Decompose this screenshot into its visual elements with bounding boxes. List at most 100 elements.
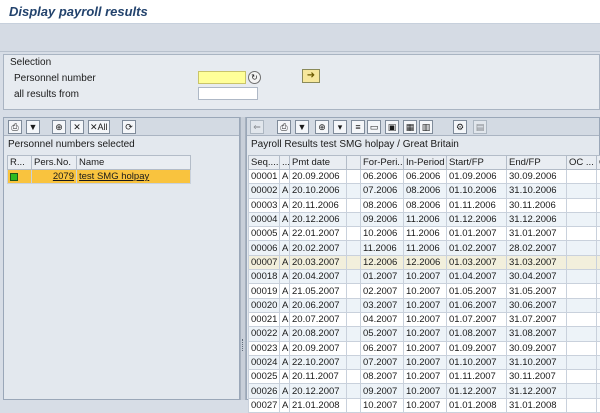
table-row[interactable]: 00021A20.07.200704.200710.200701.07.2007… bbox=[249, 312, 600, 326]
filter-icon[interactable]: ▼ bbox=[26, 120, 40, 134]
flag-cell: A bbox=[280, 341, 290, 355]
table-row[interactable]: 00022A20.08.200705.200710.200701.08.2007… bbox=[249, 327, 600, 341]
table-row[interactable]: 00005A22.01.200710.200611.200601.01.2007… bbox=[249, 227, 600, 241]
execute-arrow-button[interactable]: ➜ bbox=[302, 69, 320, 83]
for-period-cell: 05.2007 bbox=[361, 327, 404, 341]
col-header-in-period[interactable]: In-Period bbox=[404, 156, 447, 170]
splitter-grip-icon[interactable] bbox=[242, 339, 244, 351]
table-row[interactable]: 00025A20.11.200708.200710.200701.11.2007… bbox=[249, 370, 600, 384]
pers-no-link[interactable]: 2079 bbox=[32, 170, 77, 184]
filter-icon[interactable]: ▼ bbox=[295, 120, 309, 134]
table-row[interactable]: 00020A20.06.200703.200710.200701.06.2007… bbox=[249, 298, 600, 312]
oc-cell bbox=[567, 355, 597, 369]
seq-cell: 00005 bbox=[249, 227, 280, 241]
pmt-date-cell: 20.09.2006 bbox=[290, 170, 347, 184]
flag-cell: A bbox=[280, 198, 290, 212]
pmt-date-cell: 20.11.2007 bbox=[290, 370, 347, 384]
col-header-status[interactable]: R... bbox=[8, 156, 32, 170]
pmt-date-cell: 20.10.2006 bbox=[290, 184, 347, 198]
table-row[interactable]: 00027A21.01.200810.200710.200701.01.2008… bbox=[249, 398, 600, 412]
sort-filter-icon[interactable]: ▾ bbox=[333, 120, 347, 134]
col-header-name[interactable]: Name bbox=[77, 156, 191, 170]
seq-cell: 00026 bbox=[249, 384, 280, 398]
table-row[interactable]: 00006A20.02.200711.200611.200601.02.2007… bbox=[249, 241, 600, 255]
c-cell bbox=[597, 327, 600, 341]
oc-cell bbox=[567, 398, 597, 412]
oc-cell bbox=[567, 270, 597, 284]
table-row[interactable]: 00007A20.03.200712.200612.200601.03.2007… bbox=[249, 255, 600, 269]
in-period-cell: 10.2007 bbox=[404, 312, 447, 326]
table-row[interactable]: 00024A22.10.200707.200710.200701.10.2007… bbox=[249, 355, 600, 369]
c-cell bbox=[597, 270, 600, 284]
c-cell bbox=[597, 398, 600, 412]
find-icon[interactable]: ⊕ bbox=[315, 120, 329, 134]
col-header-oc[interactable]: OC ... bbox=[567, 156, 597, 170]
export-icon[interactable]: ▣ bbox=[385, 120, 399, 134]
blank-cell bbox=[347, 355, 361, 369]
start-fp-cell: 01.01.2008 bbox=[447, 398, 507, 412]
c-cell bbox=[597, 241, 600, 255]
layout-icon[interactable]: ▭ bbox=[367, 120, 381, 134]
table-row[interactable]: 00003A20.11.200608.200608.200601.11.2006… bbox=[249, 198, 600, 212]
print-icon[interactable]: ⎙ bbox=[8, 120, 22, 134]
col-header-pers-no[interactable]: Pers.No. bbox=[32, 156, 77, 170]
oc-cell bbox=[567, 212, 597, 226]
oc-cell bbox=[567, 170, 597, 184]
spreadsheet-icon[interactable]: ▦ bbox=[403, 120, 417, 134]
pmt-date-cell: 20.09.2007 bbox=[290, 341, 347, 355]
for-period-cell: 04.2007 bbox=[361, 312, 404, 326]
refresh-icon[interactable]: ⟳ bbox=[122, 120, 136, 134]
table-row[interactable]: 00026A20.12.200709.200710.200701.12.2007… bbox=[249, 384, 600, 398]
table-row[interactable]: 00002A20.10.200607.200608.200601.10.2006… bbox=[249, 184, 600, 198]
search-help-icon[interactable]: ↻ bbox=[248, 71, 261, 84]
start-fp-cell: 01.05.2007 bbox=[447, 284, 507, 298]
name-link[interactable]: test SMG holpay bbox=[77, 170, 191, 184]
table-row[interactable]: 00001A20.09.200606.200606.200601.09.2006… bbox=[249, 170, 600, 184]
columns-icon[interactable]: ▥ bbox=[419, 120, 433, 134]
back-arrow-icon[interactable]: ⇐ bbox=[250, 120, 264, 134]
binoculars-icon[interactable]: ⊕ bbox=[52, 120, 66, 134]
col-header-c[interactable]: C bbox=[597, 156, 600, 170]
start-fp-cell: 01.01.2007 bbox=[447, 227, 507, 241]
flag-cell: A bbox=[280, 298, 290, 312]
table-row[interactable]: 00023A20.09.200706.200710.200701.09.2007… bbox=[249, 341, 600, 355]
in-period-cell: 06.2006 bbox=[404, 170, 447, 184]
for-period-cell: 10.2006 bbox=[361, 227, 404, 241]
all-results-from-input[interactable] bbox=[198, 87, 258, 100]
col-header-blank[interactable] bbox=[347, 156, 361, 170]
table-row[interactable]: 00004A20.12.200609.200611.200601.12.2006… bbox=[249, 212, 600, 226]
pmt-date-cell: 20.03.2007 bbox=[290, 255, 347, 269]
blank-cell bbox=[347, 270, 361, 284]
end-fp-cell: 30.11.2007 bbox=[507, 370, 567, 384]
oc-cell bbox=[567, 327, 597, 341]
start-fp-cell: 01.12.2007 bbox=[447, 384, 507, 398]
in-period-cell: 10.2007 bbox=[404, 370, 447, 384]
c-cell bbox=[597, 284, 600, 298]
flag-cell: A bbox=[280, 384, 290, 398]
oc-cell bbox=[567, 198, 597, 212]
seq-cell: 00021 bbox=[249, 312, 280, 326]
in-period-cell: 11.2006 bbox=[404, 227, 447, 241]
print-icon[interactable]: ⎙ bbox=[277, 120, 291, 134]
delete-icon[interactable]: ✕ bbox=[70, 120, 84, 134]
col-header-for-period[interactable]: For-Peri... bbox=[361, 156, 404, 170]
c-cell bbox=[597, 341, 600, 355]
table-row[interactable]: 00018A20.04.200701.200710.200701.04.2007… bbox=[249, 270, 600, 284]
personnel-number-input[interactable] bbox=[198, 71, 246, 84]
pmt-date-cell: 21.01.2008 bbox=[290, 398, 347, 412]
col-header-flag[interactable]: ... bbox=[280, 156, 290, 170]
col-header-pmt-date[interactable]: Pmt date bbox=[290, 156, 347, 170]
col-header-seq[interactable]: Seq.... bbox=[249, 156, 280, 170]
details-icon[interactable]: ≡ bbox=[351, 120, 365, 134]
table-row[interactable]: 00019A21.05.200702.200710.200701.05.2007… bbox=[249, 284, 600, 298]
table-row[interactable]: 2079 test SMG holpay bbox=[8, 170, 191, 184]
col-header-start-fp[interactable]: Start/FP bbox=[447, 156, 507, 170]
grid-icon[interactable]: ▤ bbox=[473, 120, 487, 134]
col-header-end-fp[interactable]: End/FP bbox=[507, 156, 567, 170]
title-bar: Display payroll results bbox=[0, 0, 600, 24]
c-cell bbox=[597, 384, 600, 398]
for-period-cell: 09.2006 bbox=[361, 212, 404, 226]
flag-cell: A bbox=[280, 370, 290, 384]
delete-all-icon[interactable]: ✕All bbox=[88, 120, 110, 134]
tools-icon[interactable]: ⚙ bbox=[453, 120, 467, 134]
